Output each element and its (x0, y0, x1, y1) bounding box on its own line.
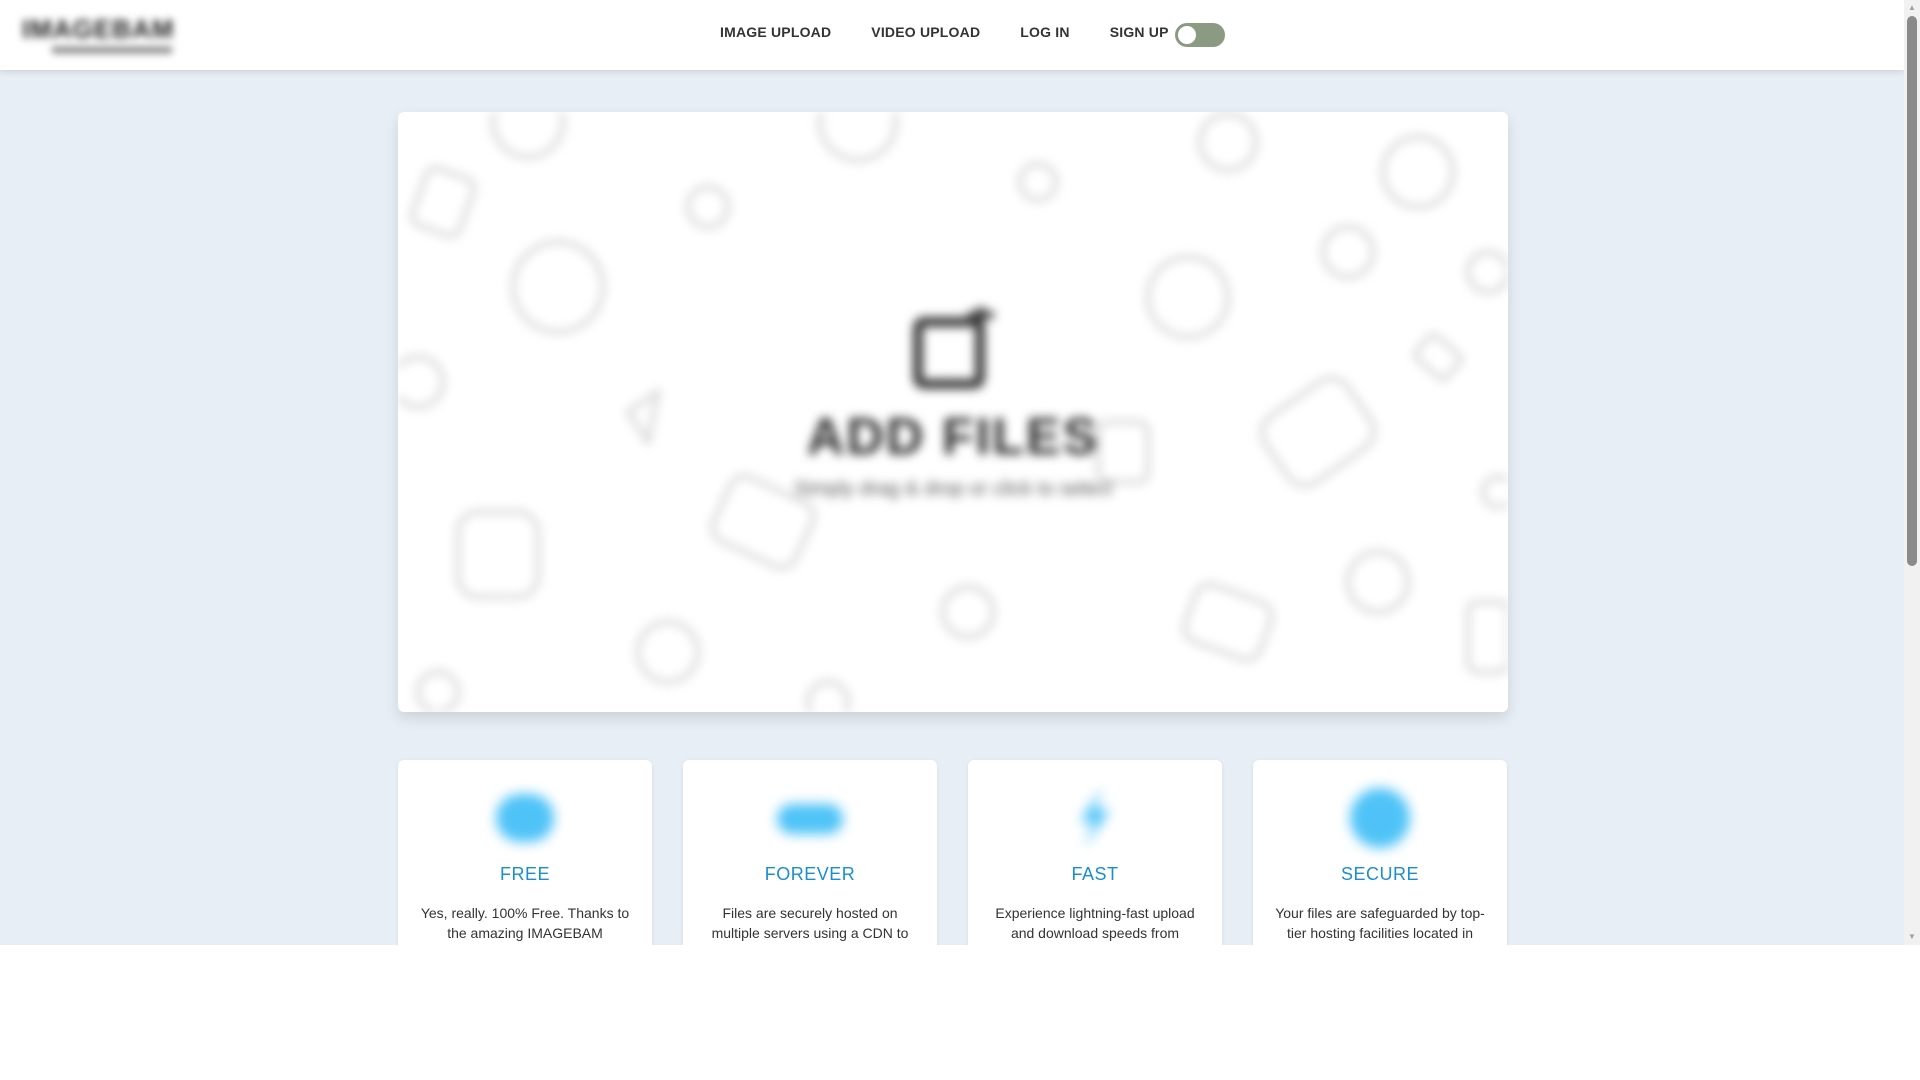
feature-title: SECURE (1340, 864, 1419, 884)
scroll-down-arrow-icon[interactable]: ▼ (1908, 933, 1916, 941)
nav-links: IMAGE UPLOAD VIDEO UPLOAD LOG IN SIGN UP (720, 24, 1169, 46)
scroll-up-arrow-icon[interactable]: ▲ (1908, 4, 1916, 12)
feature-title: FAST (1071, 864, 1119, 884)
features-row: FREE Yes, really. 100% Free. Thanks to t… (398, 760, 1508, 945)
nav-image-upload[interactable]: IMAGE UPLOAD (720, 24, 831, 46)
feature-description: Experience lightning-fast upload and dow… (995, 905, 1195, 941)
upload-subtitle: Simply drag & drop or click to select (794, 478, 1112, 500)
feature-card-secure: SECURE Your files are safeguarded by top… (1253, 760, 1507, 945)
toggle-knob (1178, 26, 1196, 44)
scrollbar-thumb[interactable] (1907, 16, 1917, 566)
upload-image-icon (913, 307, 994, 389)
logo-text: IMAGEBAM (22, 14, 175, 44)
feature-card-free: FREE Yes, really. 100% Free. Thanks to t… (398, 760, 652, 945)
shield-icon (1350, 788, 1410, 848)
nav-log-in[interactable]: LOG IN (1020, 24, 1069, 46)
feature-card-fast: FAST Experience lightning-fast upload an… (968, 760, 1222, 945)
cloud-icon (777, 804, 843, 834)
top-navbar: IMAGEBAM IMAGE UPLOAD VIDEO UPLOAD LOG I… (0, 0, 1904, 70)
upload-title: ADD FILES (806, 408, 1100, 466)
lightning-icon (1080, 788, 1110, 848)
feature-description: Your files are safeguarded by top-tier h… (1275, 905, 1485, 941)
feature-description: Files are securely hosted on multiple se… (711, 905, 909, 941)
upload-content: ADD FILES Simply drag & drop or click to… (398, 112, 1508, 712)
feature-description: Yes, really. 100% Free. Thanks to the am… (420, 905, 630, 941)
vertical-scrollbar[interactable]: ▲ ▼ (1904, 0, 1920, 945)
feature-card-forever: FOREVER Files are securely hosted on mul… (683, 760, 937, 945)
theme-toggle[interactable] (1175, 23, 1225, 47)
site-logo[interactable]: IMAGEBAM (22, 14, 182, 53)
nav-video-upload[interactable]: VIDEO UPLOAD (871, 24, 980, 46)
file-drop-zone[interactable]: ADD FILES Simply drag & drop or click to… (398, 112, 1508, 712)
free-icon (496, 794, 554, 842)
logo-underline (52, 47, 172, 53)
page-viewport: IMAGEBAM IMAGE UPLOAD VIDEO UPLOAD LOG I… (0, 0, 1904, 945)
feature-title: FOREVER (764, 864, 856, 884)
feature-title: FREE (499, 864, 550, 884)
nav-sign-up[interactable]: SIGN UP (1110, 24, 1169, 46)
